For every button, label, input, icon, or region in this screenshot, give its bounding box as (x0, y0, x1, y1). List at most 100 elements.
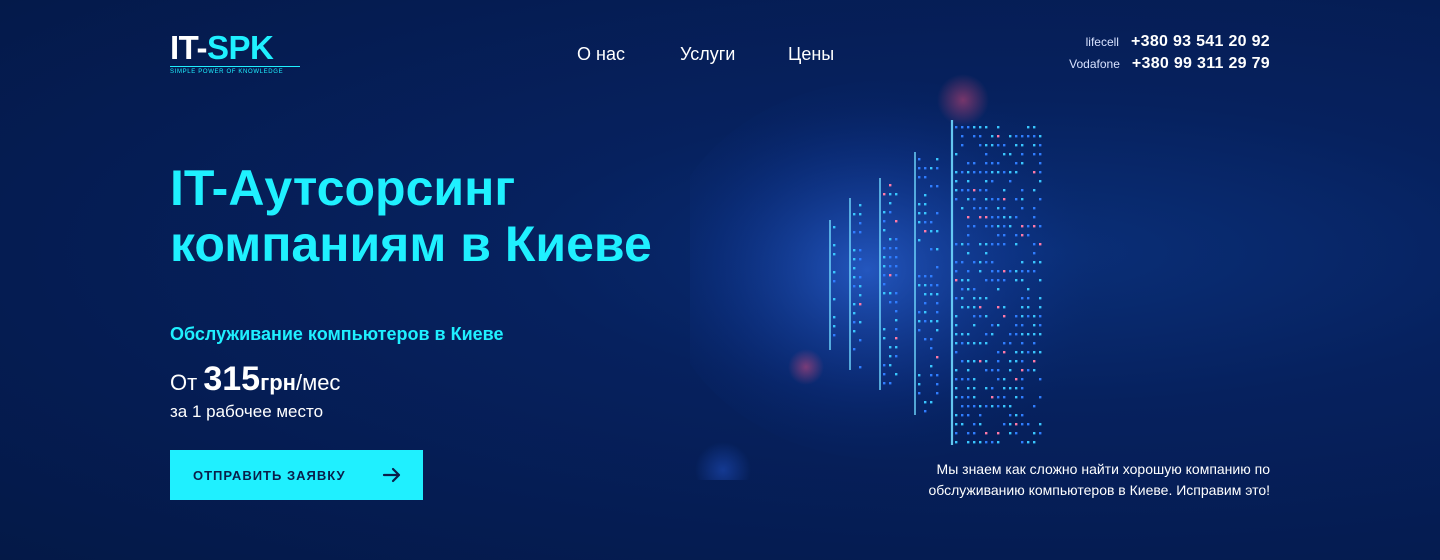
price-prefix: От (170, 370, 198, 395)
rack-led (991, 180, 994, 183)
hero-title-line1: IT-Аутсорсинг (170, 160, 516, 216)
rack-led (955, 198, 958, 201)
rack-led (991, 261, 994, 264)
rack-led (918, 158, 921, 161)
phone-link-lifecell[interactable]: +380 93 541 20 92 (1131, 33, 1270, 51)
rack-led (930, 338, 933, 341)
rack-led (1039, 333, 1042, 336)
rack-led (1027, 333, 1030, 336)
rack-led (1033, 252, 1036, 255)
rack-led (967, 216, 970, 219)
rack-led (1021, 234, 1024, 237)
rack-led (979, 270, 982, 273)
rack-led (833, 334, 836, 337)
rack-led (985, 405, 988, 408)
rack-led (979, 360, 982, 363)
rack-led (936, 356, 939, 359)
rack-led (889, 364, 892, 367)
rack-led (1009, 216, 1012, 219)
rack-led (1027, 369, 1030, 372)
rack-led (918, 203, 921, 206)
rack-led (973, 315, 976, 318)
rack-led (979, 144, 982, 147)
rack-led (985, 297, 988, 300)
rack-led (930, 230, 933, 233)
rack-led (997, 135, 1000, 138)
rack-led (991, 387, 994, 390)
rack-led (1039, 180, 1042, 183)
rack-led (1003, 396, 1006, 399)
rack-led (967, 180, 970, 183)
nav-item-about[interactable]: О нас (577, 44, 625, 64)
rack-led (930, 320, 933, 323)
rack-led (973, 396, 976, 399)
rack-led (1015, 387, 1018, 390)
rack-led (889, 355, 892, 358)
rack-led (985, 225, 988, 228)
rack-led (979, 306, 982, 309)
rack-led (924, 284, 927, 287)
rack-led (1015, 144, 1018, 147)
rack-led (889, 382, 892, 385)
rack-led (1027, 306, 1030, 309)
rack-led (997, 270, 1000, 273)
arrow-right-icon (382, 467, 401, 483)
rack-led (961, 306, 964, 309)
rack-led (930, 284, 933, 287)
contact-row-lifecell: lifecell +380 93 541 20 92 (1069, 33, 1270, 55)
rack-led (924, 194, 927, 197)
rack-led (1003, 198, 1006, 201)
rack-led (924, 311, 927, 314)
rack-led (1039, 261, 1042, 264)
phone-link-vodafone[interactable]: +380 99 311 29 79 (1132, 55, 1270, 73)
rack-led (955, 297, 958, 300)
rack-led (973, 261, 976, 264)
rack-led (1039, 315, 1042, 318)
rack-led (973, 378, 976, 381)
rack-led (973, 171, 976, 174)
rack-led (833, 325, 836, 328)
rack-led (1021, 207, 1024, 210)
rack-led (1015, 432, 1018, 435)
rack-led (895, 319, 898, 322)
rack-led (936, 158, 939, 161)
rack-led (955, 171, 958, 174)
rack-led (1039, 162, 1042, 165)
rack-led (883, 373, 886, 376)
rack-led (1021, 396, 1024, 399)
rack-led (955, 279, 958, 282)
rack-led (1015, 270, 1018, 273)
rack-led (961, 414, 964, 417)
rack-led (955, 153, 958, 156)
rack-led (1021, 414, 1024, 417)
rack-led (918, 392, 921, 395)
rack-led (961, 378, 964, 381)
rack-led (955, 441, 958, 444)
rack-led (1021, 360, 1024, 363)
rack-led (967, 234, 970, 237)
rack-led (997, 243, 1000, 246)
rack-led (1021, 189, 1024, 192)
submit-request-button[interactable]: ОТПРАВИТЬ ЗАЯВКУ (170, 450, 423, 500)
rack-led (997, 324, 1000, 327)
rack-led (1021, 225, 1024, 228)
rack-led (1021, 135, 1024, 138)
price-value: 315 (203, 360, 261, 398)
rack-led (889, 193, 892, 196)
rack-led (979, 441, 982, 444)
rack-led (930, 221, 933, 224)
server-rack-illustration (690, 74, 1120, 480)
rack-led (1015, 279, 1018, 282)
rack-led (1033, 171, 1036, 174)
rack-led (924, 203, 927, 206)
rack-led (991, 324, 994, 327)
rack-led (985, 126, 988, 129)
rack-led (1003, 189, 1006, 192)
rack-led (991, 396, 994, 399)
rack-led (936, 293, 939, 296)
rack-led (955, 414, 958, 417)
rack-led (967, 171, 970, 174)
logo[interactable]: IT-SPK SIMPLE POWER OF KNOWLEDGE (170, 31, 300, 76)
rack-led (883, 337, 886, 340)
rack-led (1015, 378, 1018, 381)
